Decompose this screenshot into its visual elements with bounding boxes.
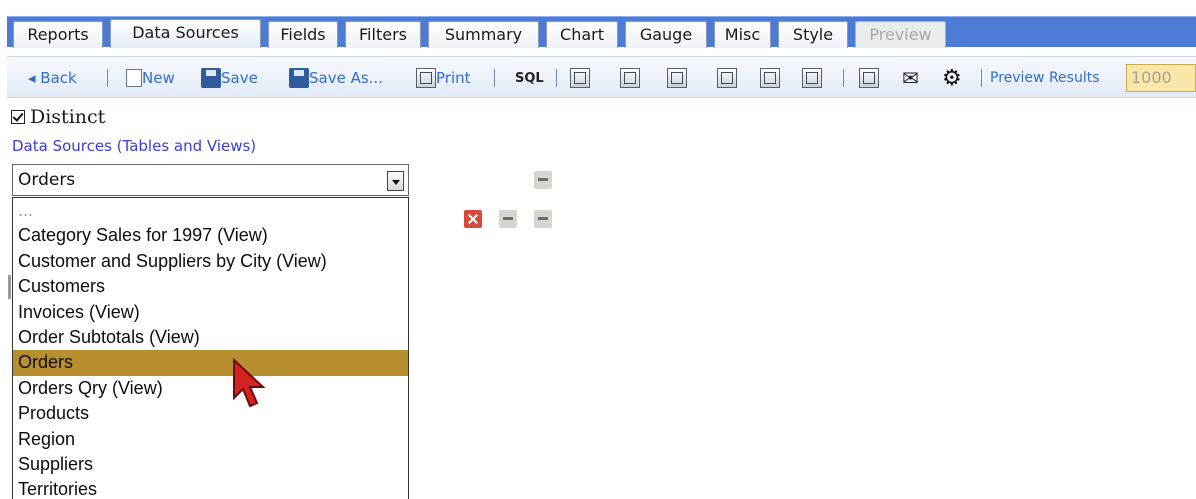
chevron-down-icon[interactable] [387, 171, 404, 191]
list-item[interactable]: Invoices (View) [13, 300, 408, 325]
list-item[interactable]: Territories [13, 477, 408, 499]
list-item[interactable]: ... [13, 198, 408, 223]
toolbar-separator [494, 69, 495, 87]
settings-gear-icon: ⚙ [942, 65, 962, 91]
data-source-select[interactable]: Orders [12, 164, 409, 196]
grid-icon [859, 68, 879, 88]
toolbar-separator [981, 69, 982, 87]
data-source-dropdown-list[interactable]: ... Category Sales for 1997 (View) Custo… [12, 197, 409, 499]
email-button[interactable]: ✉ [902, 57, 919, 99]
text-export-button[interactable] [717, 57, 737, 99]
word-export-button[interactable] [667, 57, 687, 99]
undo-arrow-icon[interactable] [499, 210, 517, 228]
distinct-option[interactable]: Distinct [11, 106, 105, 128]
email-icon: ✉ [902, 66, 919, 90]
csv-export-button[interactable] [620, 57, 640, 99]
tab-filters[interactable]: Filters [345, 21, 421, 48]
save-label: Save [221, 69, 258, 87]
tab-reports[interactable]: Reports [13, 21, 103, 48]
grid-button[interactable] [859, 57, 879, 99]
join-arrow-icon[interactable] [534, 171, 552, 189]
toolbar-separator [107, 69, 108, 87]
back-button[interactable]: ◂ Back [28, 57, 77, 99]
tab-chart[interactable]: Chart [546, 21, 618, 48]
csv-export-icon [620, 68, 640, 88]
print-button[interactable]: Print [416, 57, 471, 99]
tab-summary[interactable]: Summary [428, 21, 539, 48]
sql-button[interactable]: SQL [515, 57, 544, 99]
tab-data-sources[interactable]: Data Sources [110, 19, 261, 48]
list-item[interactable]: Orders Qry (View) [13, 376, 408, 401]
new-button[interactable]: New [126, 57, 175, 99]
settings-button[interactable]: ⚙ [942, 57, 962, 99]
tab-gauge[interactable]: Gauge [625, 21, 707, 48]
edit-icon [760, 68, 780, 88]
list-item[interactable]: Category Sales for 1997 (View) [13, 223, 408, 248]
new-document-icon [126, 69, 142, 87]
save-as-disk-icon [289, 68, 309, 88]
tab-misc[interactable]: Misc [714, 21, 771, 48]
list-item-highlighted[interactable]: Orders [13, 350, 408, 376]
list-item[interactable]: Suppliers [13, 452, 408, 477]
tab-bar: Reports Data Sources Fields Filters Summ… [7, 16, 1196, 48]
excel-export-button[interactable] [570, 57, 590, 99]
rtf-export-button[interactable] [802, 57, 822, 99]
save-as-label: Save As... [309, 69, 383, 87]
tab-preview: Preview [855, 21, 946, 48]
word-export-icon [667, 68, 687, 88]
sql-icon: SQL [515, 70, 544, 86]
list-item[interactable]: Region [13, 427, 408, 452]
preview-results-label: Preview Results [990, 70, 1100, 86]
toolbar-separator [843, 69, 844, 87]
pdf-print-icon [416, 68, 436, 88]
back-label: ◂ Back [28, 69, 77, 87]
list-item[interactable]: Order Subtotals (View) [13, 325, 408, 350]
excel-export-icon [570, 68, 590, 88]
text-export-icon [717, 68, 737, 88]
remove-source-icon[interactable] [464, 210, 482, 228]
list-item[interactable]: Customers [13, 274, 408, 299]
mouse-cursor-icon [233, 358, 266, 408]
tab-style[interactable]: Style [778, 21, 848, 48]
print-label: Print [436, 69, 471, 87]
distinct-label: Distinct [30, 106, 106, 128]
preview-results-input[interactable]: 1000 [1126, 64, 1196, 92]
new-label: New [142, 69, 175, 87]
rtf-export-icon [802, 68, 822, 88]
save-disk-icon [201, 68, 221, 88]
distinct-checkbox[interactable] [11, 110, 25, 124]
list-item[interactable]: Customer and Suppliers by City (View) [13, 249, 408, 274]
data-sources-section-label: Data Sources (Tables and Views) [12, 137, 257, 155]
save-button[interactable]: Save [201, 57, 258, 99]
edit-button[interactable] [760, 57, 780, 99]
list-item[interactable]: Products [13, 401, 408, 426]
toolbar: ◂ Back New Save Save As... Print SQL ✉ ⚙… [7, 56, 1196, 98]
tab-fields[interactable]: Fields [268, 21, 338, 48]
data-source-selected-value: Orders [18, 170, 76, 190]
hidden-row-edge [8, 275, 11, 299]
save-as-button[interactable]: Save As... [289, 57, 383, 99]
toolbar-separator [556, 69, 557, 87]
join-arrow-icon[interactable] [534, 210, 552, 228]
